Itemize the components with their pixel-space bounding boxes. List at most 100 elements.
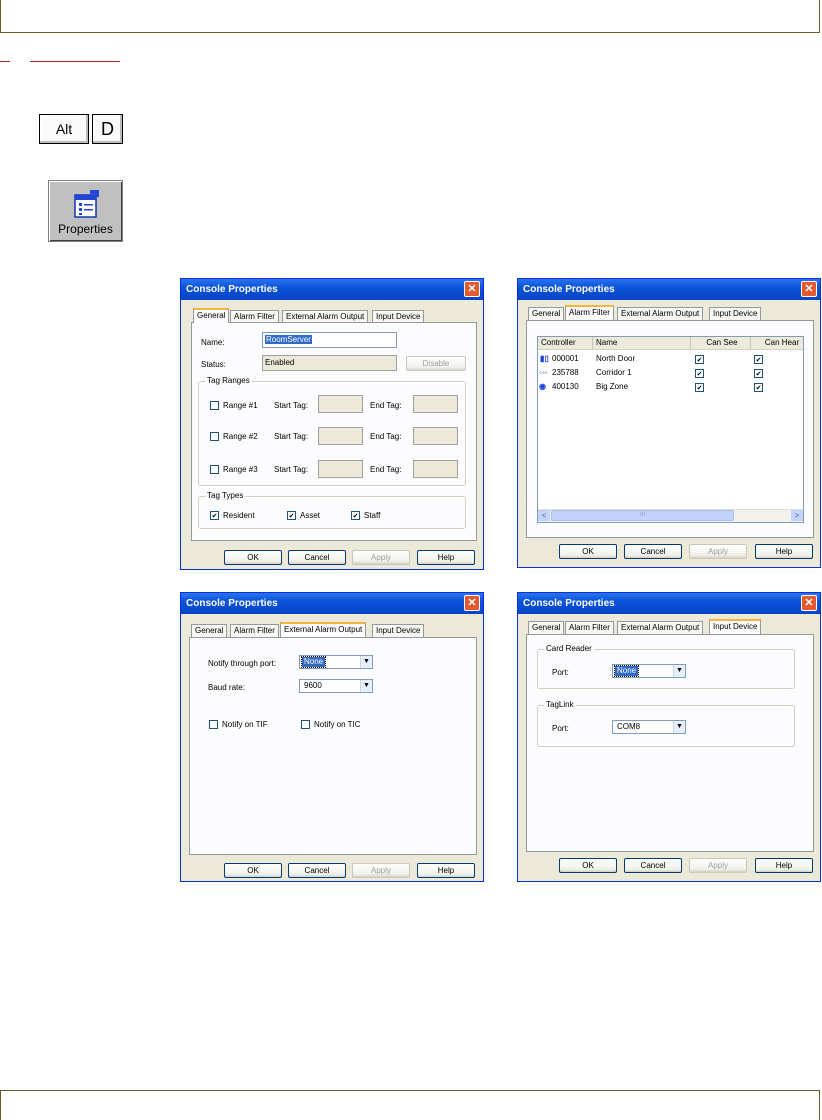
zone-controller-icon: ◉ xyxy=(539,382,546,391)
door-controller-icon: ▮▯ xyxy=(540,354,549,363)
tab-general[interactable]: General xyxy=(528,621,565,634)
ok-button[interactable]: OK xyxy=(224,863,282,878)
notify-port-select[interactable]: None ▼ xyxy=(299,655,373,669)
column-name[interactable]: Name xyxy=(593,337,691,349)
staff-checkbox[interactable] xyxy=(351,511,360,520)
help-button[interactable]: Help xyxy=(417,863,475,878)
chevron-down-icon[interactable]: ▼ xyxy=(360,656,372,668)
tab-general[interactable]: General xyxy=(191,624,228,637)
page-footer-frame xyxy=(0,1090,820,1120)
row-3-can-hear-checkbox[interactable] xyxy=(754,383,763,392)
cancel-button[interactable]: Cancel xyxy=(624,858,682,873)
range-2-start-label: Start Tag: xyxy=(274,432,309,441)
chevron-down-icon[interactable]: ▼ xyxy=(673,665,685,677)
controller-list[interactable]: Controller Name Can See Can Hear ▮▯ 0000… xyxy=(537,336,804,523)
tab-input-device[interactable]: Input Device xyxy=(709,619,762,634)
range-2-start-input[interactable] xyxy=(318,427,363,445)
range-1-start-input[interactable] xyxy=(318,395,363,413)
tab-input-device[interactable]: Input Device xyxy=(372,624,425,637)
asset-label: Asset xyxy=(300,511,321,520)
range-3-start-input[interactable] xyxy=(318,460,363,478)
range-3-end-input[interactable] xyxy=(413,460,458,478)
row-1-can-see-checkbox[interactable] xyxy=(695,355,704,364)
scroll-right-icon[interactable]: > xyxy=(791,510,803,521)
console-properties-dialog-general: Console Properties ✕ General Alarm Filte… xyxy=(180,278,484,570)
staff-label: Staff xyxy=(364,511,381,520)
card-reader-port-select[interactable]: None ▼ xyxy=(612,664,686,678)
properties-icon xyxy=(73,190,99,218)
alt-key: Alt xyxy=(39,114,89,144)
close-icon[interactable]: ✕ xyxy=(801,595,817,611)
apply-button[interactable]: Apply xyxy=(352,863,410,878)
chevron-down-icon[interactable]: ▼ xyxy=(673,721,685,733)
scroll-left-icon[interactable]: < xyxy=(538,510,550,521)
tab-input-device[interactable]: Input Device xyxy=(709,307,762,320)
row-1-controller: 000001 xyxy=(552,354,579,363)
range-2-checkbox[interactable] xyxy=(210,432,219,441)
apply-button[interactable]: Apply xyxy=(689,858,747,873)
range-2-end-input[interactable] xyxy=(413,427,458,445)
resident-checkbox[interactable] xyxy=(210,511,219,520)
tab-general[interactable]: General xyxy=(193,308,230,323)
disable-button[interactable]: Disable xyxy=(406,356,466,371)
row-2-can-see-checkbox[interactable] xyxy=(695,369,704,378)
chevron-down-icon[interactable]: ▼ xyxy=(360,680,372,692)
tab-general[interactable]: General xyxy=(528,307,565,320)
close-icon[interactable]: ✕ xyxy=(464,281,480,297)
close-icon[interactable]: ✕ xyxy=(801,281,817,297)
column-controller[interactable]: Controller xyxy=(538,337,593,349)
header-rule-long xyxy=(30,61,120,62)
tab-external-alarm-output[interactable]: External Alarm Output xyxy=(617,621,704,634)
range-1-checkbox[interactable] xyxy=(210,401,219,410)
taglink-port-label: Port: xyxy=(552,724,569,733)
range-1-end-input[interactable] xyxy=(413,395,458,413)
row-2-can-hear-checkbox[interactable] xyxy=(754,369,763,378)
range-3-end-label: End Tag: xyxy=(370,465,402,474)
row-3-can-see-checkbox[interactable] xyxy=(695,383,704,392)
help-button[interactable]: Help xyxy=(417,550,475,565)
ok-button[interactable]: OK xyxy=(559,858,617,873)
row-2-controller: 235788 xyxy=(552,368,579,377)
range-1-label: Range #1 xyxy=(223,401,258,410)
notify-tic-checkbox[interactable] xyxy=(301,720,310,729)
baud-rate-label: Baud rate: xyxy=(208,683,245,692)
range-1-start-label: Start Tag: xyxy=(274,401,309,410)
console-properties-dialog-input-device: Console Properties ✕ General Alarm Filte… xyxy=(517,592,821,882)
ok-button[interactable]: OK xyxy=(559,544,617,559)
tab-external-alarm-output[interactable]: External Alarm Output xyxy=(280,622,367,637)
taglink-port-select[interactable]: COM8 ▼ xyxy=(612,720,686,734)
cancel-button[interactable]: Cancel xyxy=(624,544,682,559)
notify-tif-checkbox[interactable] xyxy=(209,720,218,729)
tab-alarm-filter[interactable]: Alarm Filter xyxy=(230,624,279,637)
baud-rate-select[interactable]: 9600 ▼ xyxy=(299,679,373,693)
column-can-hear[interactable]: Can Hear xyxy=(751,337,803,349)
cancel-button[interactable]: Cancel xyxy=(288,863,346,878)
apply-button[interactable]: Apply xyxy=(689,544,747,559)
row-1-name: North Door xyxy=(596,354,636,363)
name-input[interactable]: RoomServer xyxy=(262,332,397,348)
column-can-see[interactable]: Can See xyxy=(691,337,751,349)
horizontal-scrollbar[interactable]: < III > xyxy=(538,509,803,522)
scroll-thumb[interactable]: III xyxy=(551,510,734,521)
corridor-controller-icon: ◦◦◦ xyxy=(539,368,548,377)
ok-button[interactable]: OK xyxy=(224,550,282,565)
cancel-button[interactable]: Cancel xyxy=(288,550,346,565)
tab-external-alarm-output[interactable]: External Alarm Output xyxy=(617,307,704,320)
properties-toolbar-button[interactable]: Properties xyxy=(48,180,123,242)
properties-label: Properties xyxy=(58,222,113,236)
taglink-port-value: COM8 xyxy=(617,722,641,731)
range-3-checkbox[interactable] xyxy=(210,465,219,474)
range-2-end-label: End Tag: xyxy=(370,432,402,441)
help-button[interactable]: Help xyxy=(755,858,813,873)
asset-checkbox[interactable] xyxy=(287,511,296,520)
help-button[interactable]: Help xyxy=(755,544,813,559)
row-1-can-hear-checkbox[interactable] xyxy=(754,355,763,364)
tab-alarm-filter[interactable]: Alarm Filter xyxy=(565,621,614,634)
tab-alarm-filter[interactable]: Alarm Filter xyxy=(565,305,614,320)
name-label: Name: xyxy=(201,338,225,347)
row-2-name: Corridor 1 xyxy=(596,368,632,377)
close-icon[interactable]: ✕ xyxy=(464,595,480,611)
apply-button[interactable]: Apply xyxy=(352,550,410,565)
page-header-frame xyxy=(0,0,820,33)
header-rule-short xyxy=(0,61,10,62)
